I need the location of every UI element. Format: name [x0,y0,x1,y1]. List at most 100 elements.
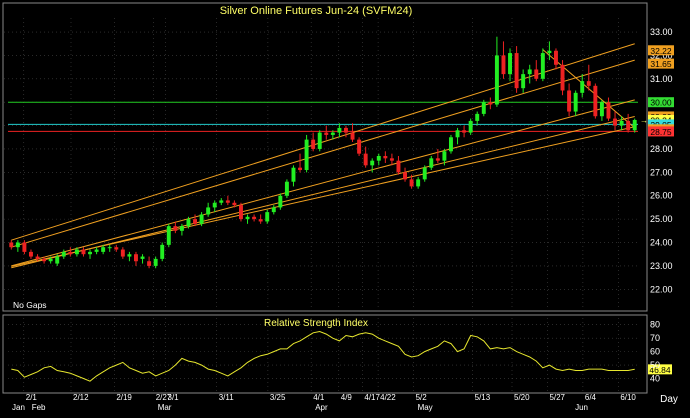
price-level-text: 32.22 [650,46,672,56]
candle-body [245,216,250,220]
candle-body [258,219,263,222]
no-gaps-label: No Gaps [13,300,47,310]
chart-title: Silver Online Futures Jun-24 (SVFM24) [220,5,413,17]
candle-body [403,172,407,180]
candle-body [29,251,33,257]
chart-canvas: 46.84 33.0032.0031.0030.0029.0028.0027.0… [0,0,690,413]
rsi-y-axis: 80 70 60 50 40 [650,320,660,384]
candle-body [619,120,624,126]
price-tick-label: 26.00 [650,191,673,201]
month-tick-label: Mar [158,403,172,412]
candle-body [586,81,591,86]
candle-body [435,158,440,161]
candle-body [409,179,414,187]
rsi-tick-label: 70 [650,333,660,343]
candle-body [521,74,526,89]
candle-body [140,256,145,259]
candle-body [383,155,388,159]
rsi-title: Relative Strength Index [264,318,368,329]
candle-body [166,226,171,245]
candle-body [357,139,362,154]
candle-body [9,242,14,248]
candle-body [173,226,178,231]
background [0,0,690,413]
candle-body [271,207,276,213]
candle-body [179,226,184,231]
period-label: Day [660,394,678,405]
candle-body [632,119,637,131]
candle-body [370,160,375,166]
candle-body [593,85,598,117]
candle-body [462,130,467,133]
rsi-tick-label: 60 [650,347,660,357]
month-tick-label: Jan [12,403,25,412]
candle-body [547,50,552,54]
candle-body [389,158,394,161]
candle-body [186,219,191,227]
date-tick-label: 4/9 [341,393,353,402]
price-tick-label: 27.00 [650,167,673,177]
candle-body [291,167,296,182]
rsi-tick-label: 40 [650,374,660,384]
date-tick-label: 5/2 [416,393,428,402]
date-tick-label: 4/1 [313,393,325,402]
candle-body [416,179,421,187]
date-tick-label: 2/1 [26,393,38,402]
candle-body [311,139,316,149]
candle-body [560,64,565,91]
candle-body [599,102,604,117]
candle-body [134,254,138,262]
date-tick-label: 6/4 [585,393,597,402]
date-tick-label: 5/27 [549,393,565,402]
date-tick-label: 6/10 [620,393,636,402]
candle-body [265,212,270,222]
candle-body [199,214,204,224]
candle-body [363,153,368,166]
candle-body [330,132,335,135]
price-level-text: 31.65 [650,59,672,69]
candle-body [606,102,611,119]
candle-body [475,113,480,121]
date-tick-label: 3/11 [219,393,235,402]
candle-body [107,247,112,249]
candle-body [350,132,355,140]
candle-body [42,258,47,262]
candle-body [61,251,66,257]
candle-body [304,139,309,171]
candle-body [278,195,283,208]
candle-body [88,251,92,255]
date-tick-label: 5/13 [475,393,491,402]
candle-body [153,258,158,266]
candle-body [232,202,237,206]
candle-body [337,127,342,133]
candle-body [481,102,486,114]
candle-body [15,242,20,248]
candle-body [48,258,53,262]
candle-body [534,69,539,79]
last-price-marker: → [640,116,648,125]
month-tick-label: May [418,403,433,412]
candle-body [81,249,86,255]
candle-body [114,247,119,250]
candle-body [22,242,27,252]
candle-body [442,151,447,161]
date-tick-label: 2/19 [116,393,132,402]
candle-body [74,249,79,255]
candle-body [626,120,631,131]
price-tick-label: 31.00 [650,74,673,84]
candle-body [147,261,152,266]
price-level-text: 28.75 [650,127,672,137]
candle-body [68,251,73,255]
candle-body [317,132,322,149]
candle-body [225,200,230,203]
candle-body [514,53,519,89]
candle-body [324,132,329,135]
price-tick-label: 33.00 [650,27,673,37]
candle-body [508,53,512,75]
candle-body [193,219,197,224]
price-tick-label: 22.00 [650,284,673,294]
candle-body [429,158,434,168]
candle-body [455,130,460,138]
candle-body [94,249,99,252]
candle-body [35,256,40,259]
